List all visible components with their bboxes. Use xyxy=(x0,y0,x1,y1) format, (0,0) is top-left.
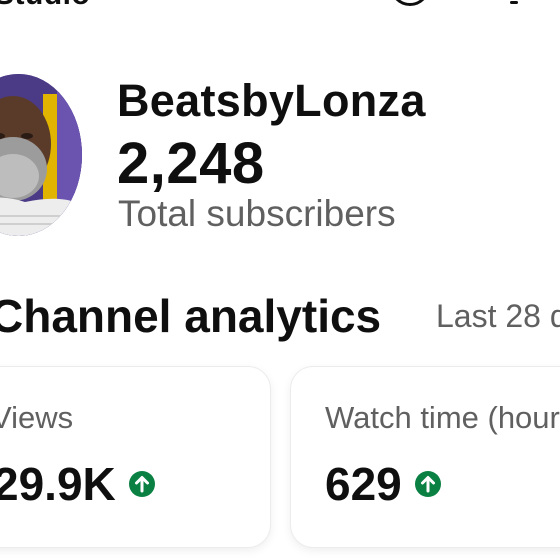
watch-time-card[interactable]: Watch time (hours) 629 xyxy=(291,367,560,547)
account-icon[interactable] xyxy=(390,0,430,6)
subscriber-count: 2,248 xyxy=(117,131,265,196)
channel-name: BeatsbyLonza xyxy=(117,75,426,126)
views-label: Views xyxy=(0,400,74,435)
period-selector[interactable]: Last 28 days xyxy=(436,298,560,335)
arrow-up-circle-icon xyxy=(414,471,441,497)
views-value: 29.9K xyxy=(0,458,116,510)
bell-icon[interactable] xyxy=(494,0,534,10)
channel-analytics-title: Channel analytics xyxy=(0,290,382,342)
views-metric: 29.9K xyxy=(0,457,156,511)
watch-time-metric: 629 xyxy=(325,457,442,511)
subscriber-label: Total subscribers xyxy=(118,193,396,234)
watch-time-value: 629 xyxy=(325,458,402,510)
views-card[interactable]: Views 29.9K xyxy=(0,367,270,547)
watch-time-label: Watch time (hours) xyxy=(325,400,560,435)
arrow-up-circle-icon xyxy=(128,471,155,497)
app-title: Studio xyxy=(0,0,90,12)
channel-avatar[interactable] xyxy=(0,74,82,236)
studio-screen: Studio BeatsbyLonza 2,248 Total subscrib… xyxy=(0,0,560,560)
